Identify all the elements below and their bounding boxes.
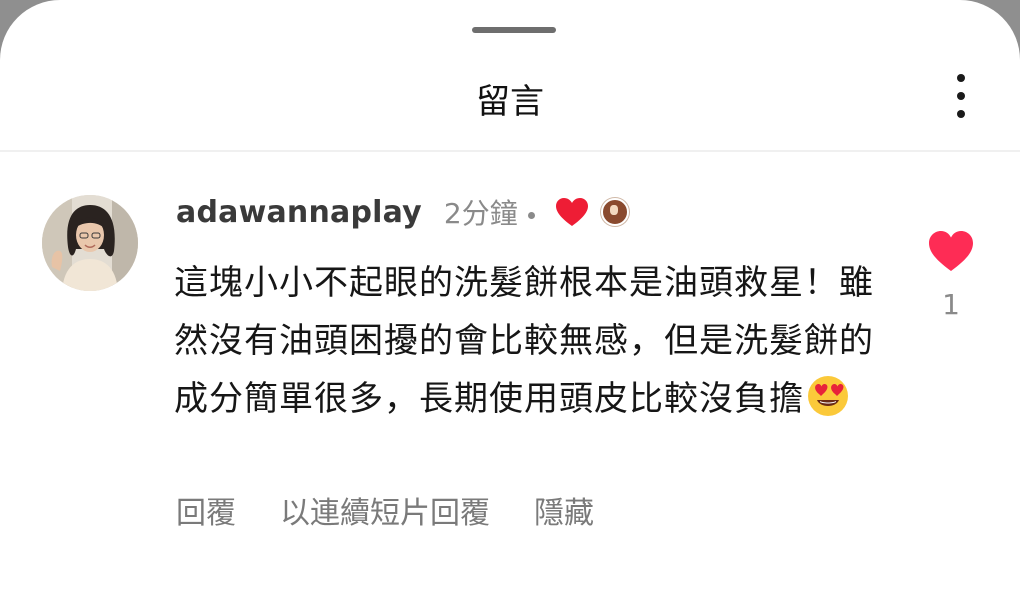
comment-timestamp: 2分鐘 — [443, 197, 518, 230]
avatar-image — [42, 195, 138, 291]
more-vertical-icon[interactable] — [946, 68, 976, 124]
video-reply-button[interactable]: 以連續短片回覆 — [280, 488, 490, 532]
creator-avatar-badge — [600, 198, 629, 226]
sheet-drag-handle[interactable] — [472, 27, 556, 33]
sheet-title: 留言 — [476, 82, 544, 122]
heart-icon[interactable] — [928, 230, 974, 272]
comment-header: adawannaplay 2分鐘 — [176, 190, 629, 234]
reply-button[interactable]: 回覆 — [176, 488, 236, 532]
like-count: 1 — [942, 288, 960, 321]
comment-username[interactable]: adawannaplay — [176, 195, 422, 230]
hide-button[interactable]: 隱藏 — [534, 488, 594, 532]
comments-sheet: 留言 adawannaplay 2分鐘 這塊小小不起眼的洗髮餅根本是油頭救星！雖… — [0, 0, 1020, 593]
comment-actions: 回覆 以連續短片回覆 隱藏 — [176, 488, 638, 532]
avatar[interactable] — [42, 195, 138, 291]
header-divider — [0, 150, 1020, 152]
heart-eyes-emoji — [808, 376, 848, 416]
creator-heart-icon — [555, 198, 588, 226]
sheet-header: 留言 — [0, 60, 1020, 144]
comment-text: 這塊小小不起眼的洗髮餅根本是油頭救星！雖然沒有油頭困擾的會比較無感，但是洗髮餅的… — [174, 263, 874, 419]
meta-separator-dot — [527, 211, 535, 219]
comment-text-block: 這塊小小不起眼的洗髮餅根本是油頭救星！雖然沒有油頭困擾的會比較無感，但是洗髮餅的… — [174, 254, 894, 428]
